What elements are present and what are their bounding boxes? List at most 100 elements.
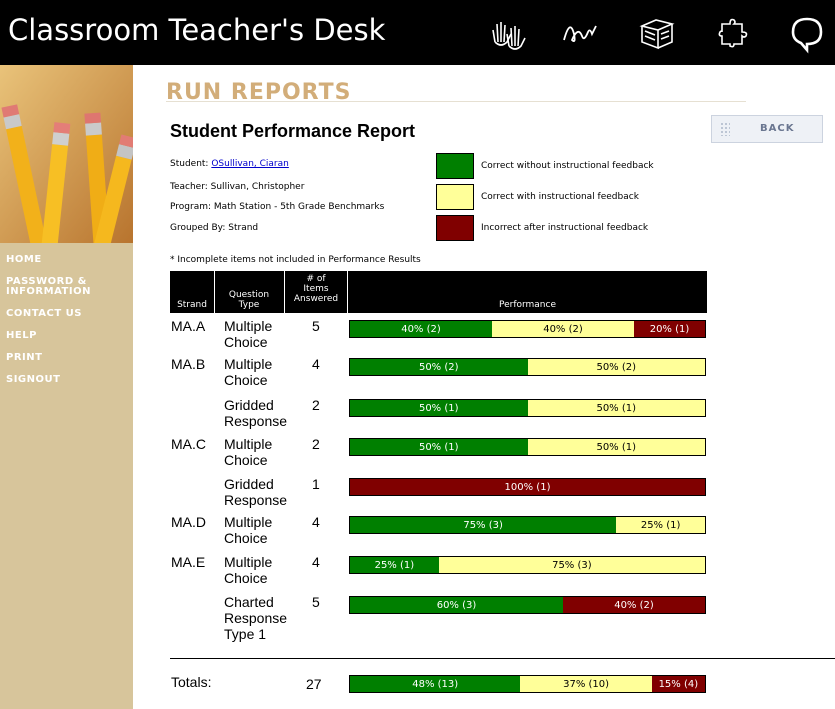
row-question-type: Multiple Choice xyxy=(224,436,294,468)
sidebar-item-help[interactable]: HELP xyxy=(6,331,126,341)
header-items-line1: # of xyxy=(306,274,326,284)
performance-bar: 100% (1) xyxy=(349,478,706,496)
pencils-image xyxy=(0,65,133,243)
header-items-line2: Items xyxy=(303,284,329,294)
header-performance: Performance xyxy=(498,300,557,310)
grip-icon xyxy=(720,122,730,136)
bar-segment-green: 48% (13) xyxy=(350,676,521,692)
books-icon[interactable] xyxy=(636,12,678,54)
performance-bar: 75% (3) 25% (1) xyxy=(349,516,706,534)
divider xyxy=(166,101,746,102)
bar-segment-green: 50% (2) xyxy=(350,359,528,375)
sidebar-nav: HOME PASSWORD & INFORMATION CONTACT US H… xyxy=(6,255,126,397)
row-items-answered: 2 xyxy=(312,397,320,413)
row-question-type-line: Multiple xyxy=(224,436,273,452)
row-question-type-line: Charted xyxy=(224,594,274,610)
grouped-by-line: Grouped By: Strand xyxy=(170,223,259,233)
row-strand: MA.C xyxy=(171,436,206,452)
legend-swatch-green xyxy=(436,153,474,179)
legend-label-red: Incorrect after instructional feedback xyxy=(481,223,649,233)
bar-segment-red: 100% (1) xyxy=(350,479,705,495)
row-question-type: Multiple Choice xyxy=(224,514,294,546)
sidebar-item-password[interactable]: PASSWORD & INFORMATION xyxy=(6,277,126,297)
hands-icon[interactable] xyxy=(487,12,529,54)
bar-segment-green: 50% (1) xyxy=(350,439,528,455)
bar-segment-yellow: 25% (1) xyxy=(616,517,705,533)
legend-swatch-red xyxy=(436,215,474,241)
totals-count: 27 xyxy=(306,676,322,692)
performance-bar: 48% (13) 37% (10) 15% (4) xyxy=(349,675,706,693)
app-title: Classroom Teacher's Desk xyxy=(8,13,386,47)
program-line: Program: Math Station - 5th Grade Benchm… xyxy=(170,202,385,212)
row-question-type: Charted Response Type 1 xyxy=(224,594,294,642)
row-question-type-line: Choice xyxy=(224,334,268,350)
student-link[interactable]: OSullivan, Ciaran xyxy=(211,159,289,169)
back-button[interactable]: BACK xyxy=(711,115,823,143)
performance-bar: 25% (1) 75% (3) xyxy=(349,556,706,574)
header-strand: Strand xyxy=(177,300,207,310)
row-question-type: Gridded Response xyxy=(224,476,294,508)
row-question-type-line: Type 1 xyxy=(224,626,267,642)
row-strand: MA.B xyxy=(171,356,206,372)
row-question-type-line: Multiple xyxy=(224,514,273,530)
puzzle-icon[interactable] xyxy=(712,12,754,54)
bar-segment-red: 40% (2) xyxy=(563,597,705,613)
header-question-type: Question Type xyxy=(215,290,283,310)
totals-label: Totals: xyxy=(171,674,212,690)
row-question-type-line: Multiple xyxy=(224,554,273,570)
report-title: Student Performance Report xyxy=(170,121,416,141)
row-items-answered: 2 xyxy=(312,436,320,452)
row-question-type-line: Response xyxy=(224,610,288,626)
row-question-type-line: Gridded xyxy=(224,476,274,492)
performance-bar: 60% (3) 40% (2) xyxy=(349,596,706,614)
performance-bar: 50% (1) 50% (1) xyxy=(349,438,706,456)
sidebar-item-contact[interactable]: CONTACT US xyxy=(6,309,126,319)
legend-label-yellow: Correct with instructional feedback xyxy=(481,192,639,202)
row-question-type: Multiple Choice xyxy=(224,554,294,586)
row-question-type-line: Response xyxy=(224,492,288,508)
bar-segment-yellow: 50% (1) xyxy=(527,400,705,416)
row-strand: MA.E xyxy=(171,554,206,570)
legend-swatch-yellow xyxy=(436,184,474,210)
bar-segment-yellow: 50% (2) xyxy=(527,359,705,375)
bar-segment-yellow: 40% (2) xyxy=(492,321,634,337)
bar-segment-yellow: 50% (1) xyxy=(527,439,705,455)
sidebar-item-signout[interactable]: SIGNOUT xyxy=(6,375,126,385)
row-items-answered: 5 xyxy=(312,594,320,610)
header-items-answered: # of Items Answered xyxy=(285,274,347,304)
bar-segment-yellow: 37% (10) xyxy=(520,676,652,692)
back-button-label: BACK xyxy=(760,123,795,134)
row-question-type-line: Choice xyxy=(224,372,268,388)
incomplete-note: * Incomplete items not included in Perfo… xyxy=(170,255,421,265)
signature-icon[interactable] xyxy=(560,12,602,54)
sidebar-item-print[interactable]: PRINT xyxy=(6,353,126,363)
bar-segment-green: 50% (1) xyxy=(350,400,528,416)
student-label: Student: xyxy=(170,159,209,169)
bar-segment-yellow: 75% (3) xyxy=(438,557,705,573)
row-question-type-line: Choice xyxy=(224,570,268,586)
header-question-type-line1: Question xyxy=(228,290,270,300)
header-question-type-line2: Type xyxy=(238,300,260,310)
bar-segment-green: 75% (3) xyxy=(350,517,617,533)
totals-divider xyxy=(170,658,835,659)
row-items-answered: 1 xyxy=(312,476,320,492)
row-question-type-line: Multiple xyxy=(224,356,273,372)
sidebar-item-home[interactable]: HOME xyxy=(6,255,126,265)
row-items-answered: 5 xyxy=(312,318,320,334)
performance-bar: 40% (2) 40% (2) 20% (1) xyxy=(349,320,706,338)
teacher-line: Teacher: Sullivan, Christopher xyxy=(170,182,305,192)
row-question-type-line: Gridded xyxy=(224,397,274,413)
bar-segment-red: 15% (4) xyxy=(651,676,705,692)
bar-segment-green: 60% (3) xyxy=(350,597,563,613)
row-question-type-line: Response xyxy=(224,413,288,429)
row-items-answered: 4 xyxy=(312,554,320,570)
legend-label-green: Correct without instructional feedback xyxy=(481,161,654,171)
bar-segment-green: 40% (2) xyxy=(350,321,492,337)
row-question-type: Multiple Choice xyxy=(224,318,294,350)
row-question-type-line: Choice xyxy=(224,530,268,546)
speech-bubble-icon[interactable] xyxy=(786,12,828,54)
row-question-type: Multiple Choice xyxy=(224,356,294,388)
performance-bar: 50% (1) 50% (1) xyxy=(349,399,706,417)
row-question-type-line: Choice xyxy=(224,452,268,468)
row-question-type-line: Multiple xyxy=(224,318,273,334)
